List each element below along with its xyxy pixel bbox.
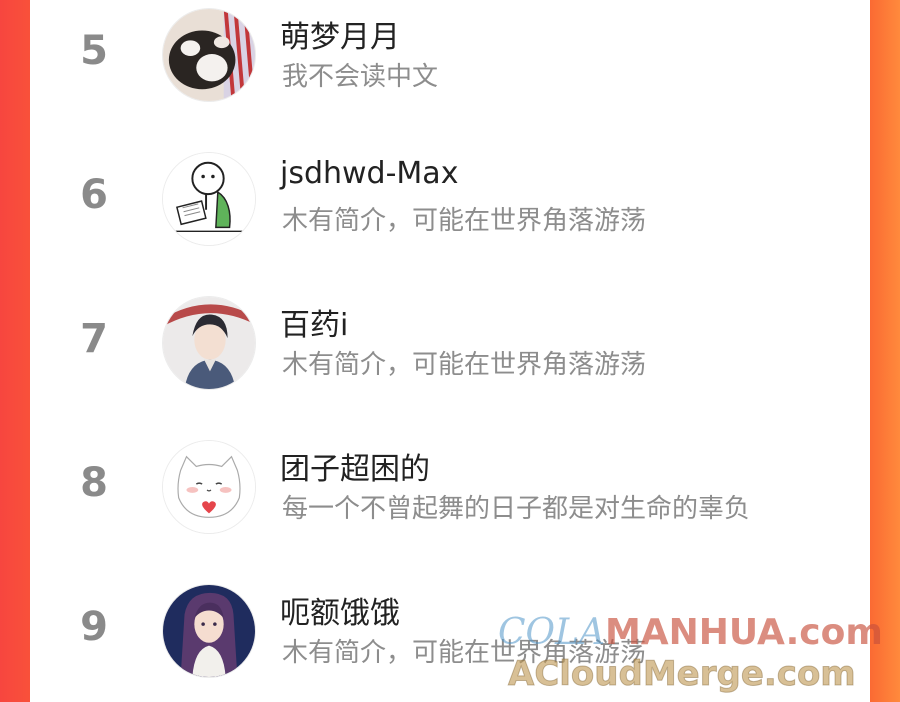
white-cat-heart-icon (163, 441, 255, 533)
ranking-list: 5 萌梦月月 我不会读中文 6 jsdhwd-Max 木有简介，可能在世界角落游… (30, 0, 870, 702)
user-name[interactable]: 呃额饿饿 (280, 588, 400, 632)
user-bio: 木有简介，可能在世界角落游荡 (282, 350, 647, 380)
anime-man-icon (163, 297, 255, 389)
user-bio: 木有简介，可能在世界角落游荡 (282, 206, 647, 236)
watermark-acloudmerge: ACloudMerge.com (508, 654, 857, 695)
rank-number: 7 (80, 316, 108, 362)
avatar[interactable] (162, 296, 256, 390)
cat-photo-icon (163, 9, 255, 101)
rank-number: 8 (80, 460, 108, 506)
anime-girl-icon (163, 585, 255, 677)
avatar[interactable] (162, 8, 256, 102)
rank-number: 6 (80, 172, 108, 218)
avatar[interactable] (162, 152, 256, 246)
rank-number: 5 (80, 28, 108, 74)
user-bio: 我不会读中文 (282, 62, 439, 92)
avatar[interactable] (162, 440, 256, 534)
list-item[interactable]: 7 百药i 木有简介，可能在世界角落游荡 (30, 288, 870, 408)
rank-number: 9 (80, 604, 108, 650)
list-item[interactable]: 5 萌梦月月 我不会读中文 (30, 0, 870, 120)
cartoon-reading-icon (163, 153, 255, 245)
user-name[interactable]: jsdhwd-Max (280, 156, 458, 191)
list-item[interactable]: 6 jsdhwd-Max 木有简介，可能在世界角落游荡 (30, 144, 870, 264)
user-name[interactable]: 百药i (280, 300, 348, 344)
user-name[interactable]: 团子超困的 (280, 444, 430, 488)
list-item[interactable]: 8 团子超困的 每一个不曾起舞的日子都是对生命的辜负 (30, 432, 870, 552)
watermark-colamanhua: COLAMANHUA.com (498, 612, 883, 653)
user-name[interactable]: 萌梦月月 (280, 12, 400, 56)
avatar[interactable] (162, 584, 256, 678)
user-bio: 每一个不曾起舞的日子都是对生命的辜负 (282, 494, 751, 524)
